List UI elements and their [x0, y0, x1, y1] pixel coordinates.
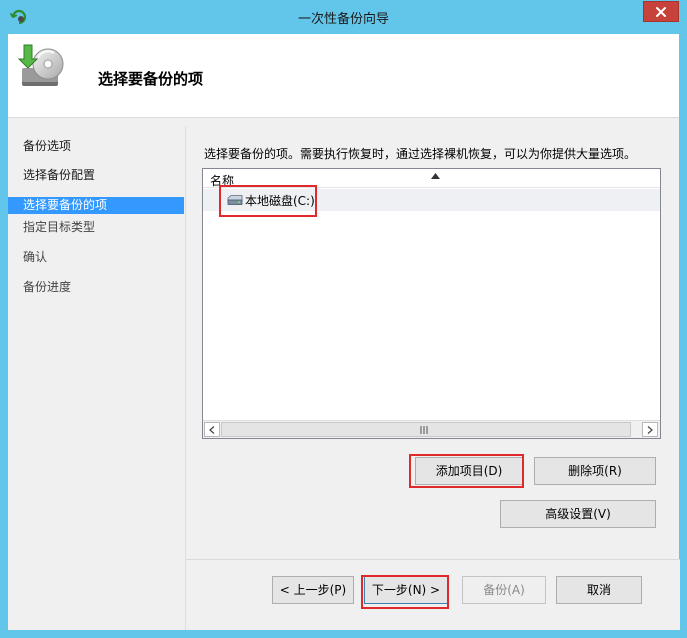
horizontal-scrollbar[interactable]: [203, 420, 660, 438]
close-icon: [656, 6, 666, 17]
nav-step-confirmation: 确认: [23, 250, 48, 264]
sort-ascending-icon: [431, 173, 440, 179]
advanced-settings-button[interactable]: 高级设置(V): [500, 500, 656, 528]
nav-step-backup-configuration[interactable]: 选择备份配置: [8, 167, 184, 184]
title-bar[interactable]: 一次性备份向导: [0, 0, 687, 34]
wizard-content: 选择要备份的项。需要执行恢复时，通过选择裸机恢复，可以为你提供大量选项。 名称 …: [185, 126, 680, 630]
backup-items-list[interactable]: 名称 本地磁盘(C:): [202, 168, 661, 439]
page-title: 选择要备份的项: [98, 70, 204, 88]
next-button[interactable]: 下一步(N) >: [364, 576, 448, 604]
nav-step-backup-options[interactable]: 备份选项: [8, 138, 184, 155]
scroll-left-button[interactable]: [204, 422, 220, 437]
wizard-window: 一次性备份向导 选择要备份的项 备份选项 选择备份配置 选择要备份的项 指定目标…: [0, 0, 687, 638]
column-header-name[interactable]: 名称: [203, 169, 660, 188]
backup-wizard-icon: [16, 42, 68, 94]
wizard-footer: < 上一步(P) 下一步(N) > 备份(A) 取消: [186, 560, 680, 630]
scrollbar-thumb[interactable]: [221, 422, 631, 437]
cancel-button[interactable]: 取消: [556, 576, 642, 604]
nav-step-backup-progress: 备份进度: [23, 280, 72, 294]
drive-icon: [227, 195, 243, 205]
chevron-left-icon: [209, 425, 215, 434]
window-title: 一次性备份向导: [297, 12, 389, 27]
nav-step-destination-type: 指定目标类型: [23, 220, 96, 234]
backup-button: 备份(A): [462, 576, 546, 604]
nav-step-select-items[interactable]: 选择要备份的项: [8, 197, 184, 214]
chevron-right-icon: [647, 425, 653, 434]
grip-icon: [420, 426, 428, 434]
list-item[interactable]: 本地磁盘(C:): [203, 189, 660, 211]
scroll-right-button[interactable]: [642, 422, 658, 437]
wizard-header: 选择要备份的项: [8, 34, 679, 118]
add-items-button[interactable]: 添加项目(D): [415, 457, 523, 485]
back-button[interactable]: < 上一步(P): [272, 576, 354, 604]
page-description: 选择要备份的项。需要执行恢复时，通过选择裸机恢复，可以为你提供大量选项。: [204, 147, 637, 161]
close-button[interactable]: [643, 1, 679, 22]
remove-item-button[interactable]: 删除项(R): [534, 457, 656, 485]
column-header-label: 名称: [210, 174, 235, 188]
list-item-label: 本地磁盘(C:): [245, 194, 315, 208]
wizard-client-area: 选择要备份的项 备份选项 选择备份配置 选择要备份的项 指定目标类型 确认 备份…: [8, 34, 680, 630]
wizard-steps-nav: 备份选项 选择备份配置 选择要备份的项 指定目标类型 确认 备份进度: [8, 126, 184, 630]
